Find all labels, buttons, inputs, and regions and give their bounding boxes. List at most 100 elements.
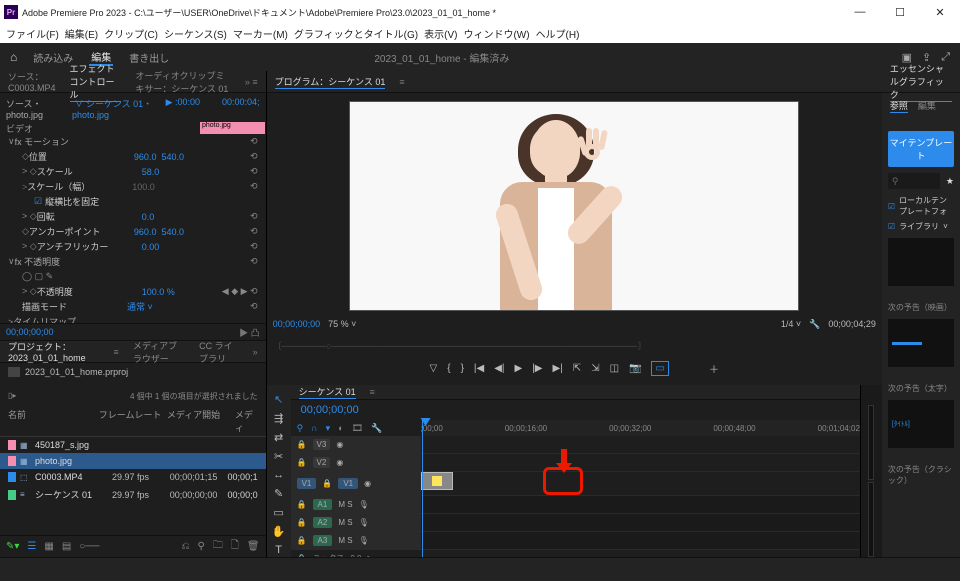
mask-rect-icon[interactable]: ▢ xyxy=(35,271,44,282)
my-templates-button[interactable]: マイテンプレート xyxy=(888,131,954,167)
menu-graphic[interactable]: グラフィックとタイトル(G) xyxy=(294,26,418,41)
ec-sequence-label[interactable]: シーケンス 01・photo.jpg xyxy=(72,99,152,120)
maximize-icon[interactable]: ☐ xyxy=(880,0,920,24)
worktab-export[interactable]: 書き出し xyxy=(127,50,171,65)
extract-icon[interactable]: ⇲ xyxy=(591,363,599,374)
zoom-slider[interactable]: ○── xyxy=(79,541,99,552)
template-thumbnail[interactable] xyxy=(888,319,954,367)
favorite-icon[interactable]: ★ xyxy=(946,176,954,187)
tab-source[interactable]: ソース：C0003.MP4 xyxy=(8,70,56,93)
mask-pen-icon[interactable]: ✎ xyxy=(46,271,54,282)
ec-timeremap[interactable]: タイムリマップ xyxy=(13,315,118,323)
menu-window[interactable]: ウィンドウ(W) xyxy=(463,26,529,41)
minimize-icon[interactable]: — xyxy=(840,0,880,24)
ec-position[interactable]: 位置 xyxy=(29,150,134,163)
razor-tool-icon[interactable]: ✂ xyxy=(274,450,283,463)
menu-edit[interactable]: 編集(E) xyxy=(65,26,98,41)
next-edit-icon[interactable]: ▶| xyxy=(553,363,563,374)
new-item-button[interactable]: 🗋 xyxy=(231,538,239,555)
ec-motion[interactable]: fx モーション xyxy=(15,135,120,148)
menu-sequence[interactable]: シーケンス(S) xyxy=(164,26,227,41)
rect-tool-icon[interactable]: ▭ xyxy=(273,506,283,519)
subtab-browse[interactable]: 参照 xyxy=(890,99,908,113)
mic-icon[interactable]: 🎙 xyxy=(359,500,369,509)
find-icon[interactable]: ⚲ xyxy=(198,541,205,552)
ripple-tool-icon[interactable]: ⇄ xyxy=(274,431,283,444)
tab-audio-mixer[interactable]: オーディオクリップミキサー：シーケンス 01 xyxy=(135,69,230,95)
freeform-view-icon[interactable]: ▤ xyxy=(62,541,71,552)
project-row[interactable]: ▦photo.jpg xyxy=(0,453,266,469)
program-viewport[interactable] xyxy=(349,101,799,311)
tab-cc-library[interactable]: CC ライブラリ xyxy=(199,339,238,365)
new-item-icon[interactable]: ✎▾ xyxy=(6,541,19,552)
export-frame-icon[interactable]: ◫ xyxy=(610,363,619,374)
mark-out-icon[interactable]: } xyxy=(461,363,464,374)
comparison-icon[interactable]: ▭ xyxy=(651,361,668,376)
timeline-clip[interactable] xyxy=(421,472,453,490)
tab-program[interactable]: プログラム：シーケンス 01 xyxy=(275,75,386,89)
ec-anchor[interactable]: アンカーポイント xyxy=(29,225,134,238)
source-patch-v1[interactable]: V1 xyxy=(297,478,317,489)
new-bin-icon[interactable]: 🗀 xyxy=(213,538,223,555)
reset-icon[interactable]: ⟲ xyxy=(206,136,266,147)
menu-clip[interactable]: クリップ(C) xyxy=(104,26,158,41)
linked-selection-icon[interactable]: ∩ xyxy=(311,423,317,433)
menu-file[interactable]: ファイル(F) xyxy=(6,26,59,41)
search-input[interactable]: ⚲ xyxy=(888,173,940,189)
mark-in-icon[interactable]: { xyxy=(447,363,450,374)
menu-help[interactable]: ヘルプ(H) xyxy=(536,26,580,41)
menu-marker[interactable]: マーカー(M) xyxy=(233,26,288,41)
type-tool-icon[interactable]: T xyxy=(275,544,282,556)
ec-opacity[interactable]: fx 不透明度 xyxy=(15,255,120,268)
template-thumbnail[interactable] xyxy=(888,238,954,286)
mask-ellipse-icon[interactable]: ◯ xyxy=(22,271,32,282)
ec-timeline-clip[interactable]: photo.jpg xyxy=(200,122,265,134)
settings-icon[interactable]: 🔧 xyxy=(809,319,820,330)
track-target-v1[interactable]: V1 xyxy=(338,478,358,489)
add-marker-icon[interactable]: ▽ xyxy=(430,363,438,374)
aspect-checkbox[interactable]: ☑ xyxy=(34,196,42,207)
menu-view[interactable]: 表示(V) xyxy=(424,26,457,41)
project-row[interactable]: ≡シーケンス 0129.97 fps00;00;00;0000;00;0 xyxy=(0,485,266,504)
local-templates-checkbox[interactable]: ☑ xyxy=(888,202,895,211)
settings-icon[interactable]: ◐ xyxy=(338,423,343,433)
camera-icon[interactable]: 📷 xyxy=(629,363,641,374)
zoom-select[interactable]: 75 % ˅ xyxy=(328,319,356,329)
ec-antiflicker[interactable]: アンチフリッカー xyxy=(37,240,142,253)
lock-icon[interactable]: 🔒 xyxy=(297,440,307,449)
pen-tool-icon[interactable]: ✎ xyxy=(274,487,283,500)
subtab-edit[interactable]: 編集 xyxy=(918,99,936,113)
list-view-icon[interactable]: ☰ xyxy=(27,541,36,552)
selection-tool-icon[interactable]: ↖ xyxy=(274,393,283,406)
prev-edit-icon[interactable]: |◀ xyxy=(474,363,484,374)
play-icon[interactable]: ▶ xyxy=(515,363,523,374)
hand-tool-icon[interactable]: ✋ xyxy=(272,525,286,538)
delete-icon[interactable]: 🗑 xyxy=(247,541,260,552)
home-icon[interactable]: ⌂ xyxy=(10,50,17,64)
ec-rotation[interactable]: 回転 xyxy=(37,210,142,223)
tab-project[interactable]: プロジェクト：2023_01_01_home xyxy=(8,340,100,364)
program-timecode[interactable]: 00;00;00;00 xyxy=(273,319,321,329)
library-checkbox[interactable]: ☑ xyxy=(888,222,895,231)
step-back-icon[interactable]: ◀| xyxy=(494,363,504,374)
timeline-timecode[interactable]: 00;00;00;00 xyxy=(301,404,359,416)
slip-tool-icon[interactable]: ↔ xyxy=(273,469,284,481)
track-select-tool-icon[interactable]: ⇶ xyxy=(274,412,283,425)
template-thumbnail[interactable]: [ﾀｲﾄﾙ] xyxy=(888,400,954,448)
icon-view-icon[interactable]: ▦ xyxy=(44,541,53,552)
panel-menu-icon[interactable]: » ≡ xyxy=(245,77,258,87)
project-row[interactable]: ⬚C0003.MP429.97 fps00;00;01;1500;00;1 xyxy=(0,469,266,485)
wrench-icon[interactable]: 🔧 xyxy=(371,423,382,434)
close-icon[interactable]: ✕ xyxy=(920,0,960,24)
marker-icon[interactable]: ▾ xyxy=(326,423,331,434)
project-row[interactable]: ▦450187_s.jpg xyxy=(0,437,266,453)
ec-timecode[interactable]: 00;00;00;00 xyxy=(6,327,54,337)
list-filter-icon[interactable]: ▯▸ xyxy=(8,391,16,402)
snap-icon[interactable]: ⚲ xyxy=(297,423,304,434)
auto-match-icon[interactable]: ⎌ xyxy=(182,541,190,552)
resolution-select[interactable]: 1/4 ˅ xyxy=(781,319,801,329)
step-forward-icon[interactable]: |▶ xyxy=(532,363,542,374)
tab-timeline[interactable]: シーケンス 01 xyxy=(299,385,356,399)
lift-icon[interactable]: ⇱ xyxy=(573,363,581,374)
button-editor-icon[interactable]: ＋ xyxy=(709,361,719,376)
